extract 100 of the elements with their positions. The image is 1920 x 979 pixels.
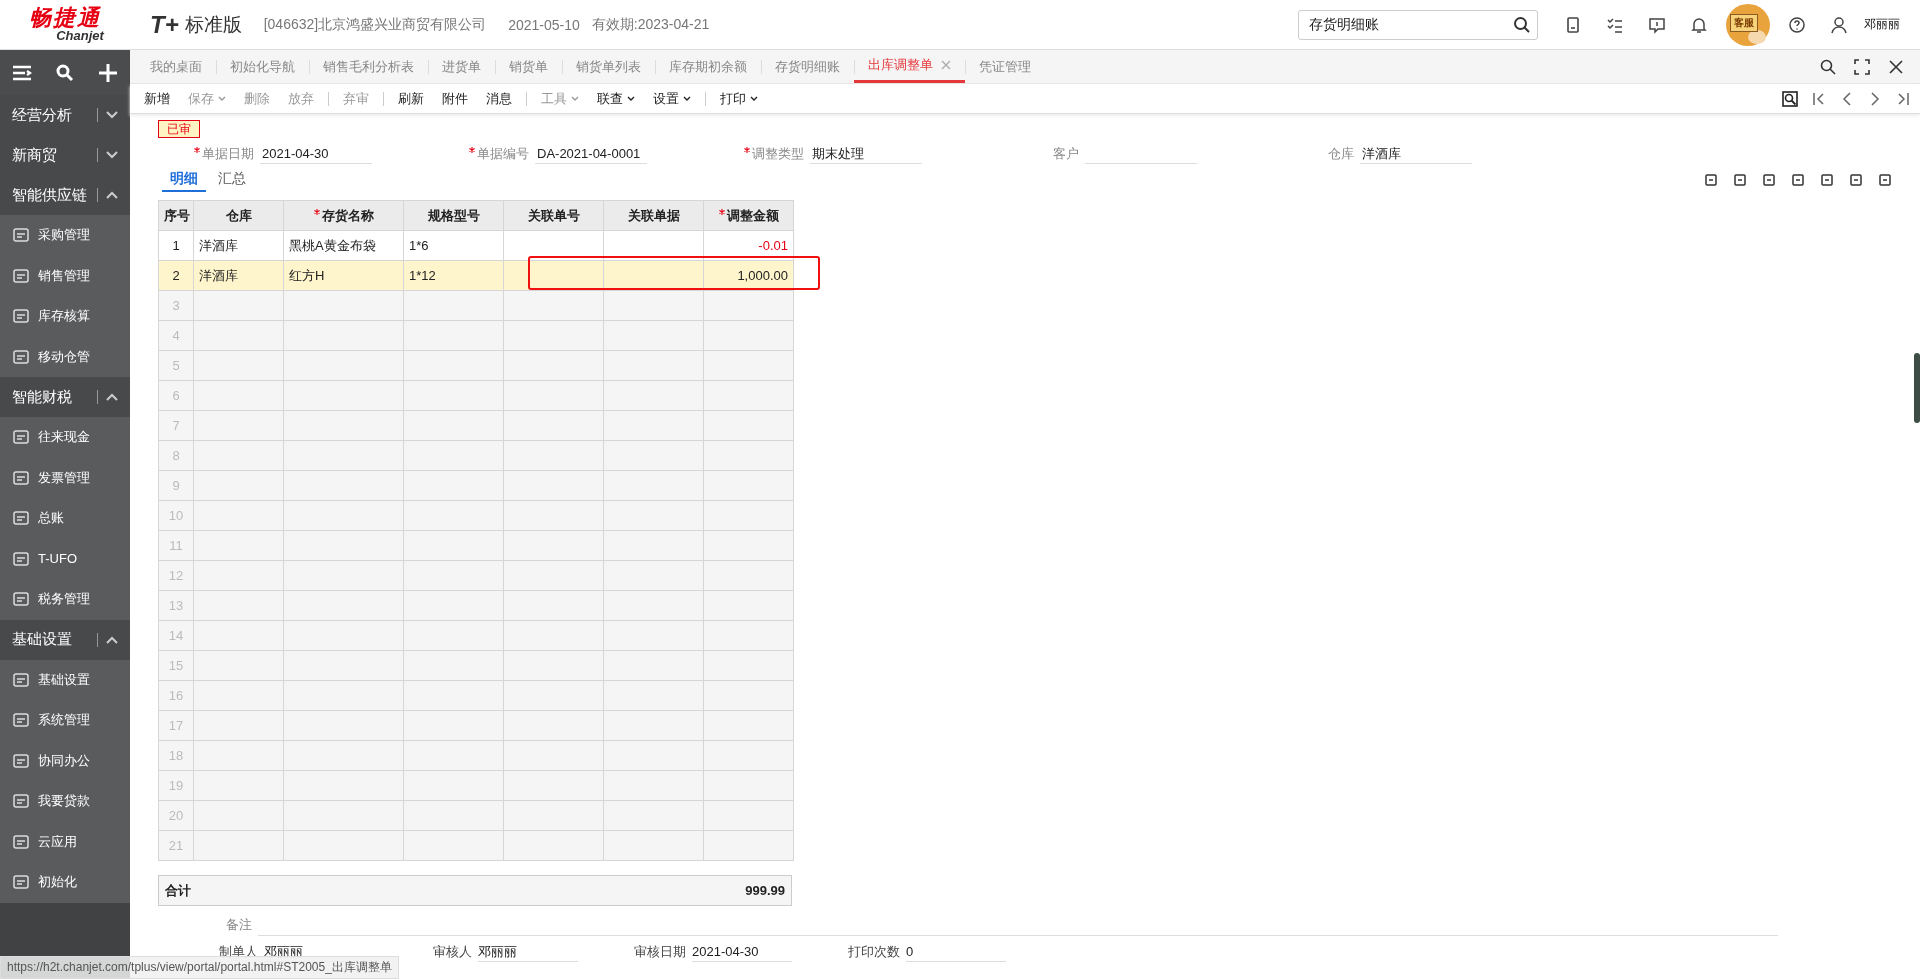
toolbar-button[interactable]: 设置 [645, 89, 699, 108]
caret-icon [627, 95, 635, 102]
table-cell: 洋酒库 [193, 260, 284, 291]
toolbar-button[interactable]: 联查 [589, 89, 643, 108]
toolbar-button[interactable]: 附件 [434, 89, 476, 108]
menu-item[interactable]: 总账 [0, 498, 130, 539]
menu-item[interactable]: 发票管理 [0, 457, 130, 498]
page-tab[interactable]: 进货单 [428, 50, 495, 83]
caret-icon [750, 95, 758, 102]
menu-icon[interactable] [12, 63, 32, 82]
preview-icon[interactable] [1782, 90, 1798, 107]
menu-item[interactable]: 协同办公 [0, 740, 130, 781]
message-icon[interactable] [1648, 15, 1666, 34]
row-number: 2 [158, 260, 194, 291]
field-label: 调整类型 [752, 145, 804, 163]
field-label: 打印次数 [847, 943, 901, 961]
close-icon[interactable] [1888, 58, 1904, 75]
row-number: 6 [158, 380, 194, 411]
page-tab[interactable]: 库存期初余额 [655, 50, 761, 83]
menu-group[interactable]: 智能供应链 [0, 175, 130, 215]
column-header: 关联单号 [527, 207, 580, 223]
caret-icon [683, 95, 691, 102]
next-icon[interactable] [1868, 90, 1882, 107]
menu-item[interactable]: 云应用 [0, 821, 130, 862]
input-field[interactable]: 期末处理 [810, 144, 922, 164]
input-field[interactable]: 2021-04-30 [260, 144, 372, 164]
menu-group[interactable]: 新商贸 [0, 135, 130, 175]
status-url-tooltip: https://h2t.chanjet.com/tplus/view/portal/portal.html#ST2005_出库调整单 [0, 956, 399, 979]
menu-item[interactable]: 库存核算 [0, 296, 130, 337]
chevron-icon [106, 635, 118, 644]
menu-item[interactable]: 往来现金 [0, 417, 130, 458]
page-tab[interactable]: 出库调整单 [854, 50, 965, 83]
chevron-icon [106, 191, 118, 199]
first-page-icon[interactable] [1812, 90, 1826, 107]
user-icon[interactable] [1830, 15, 1848, 34]
support-mascot[interactable]: 客服 [1726, 3, 1770, 46]
plus-icon[interactable] [98, 62, 118, 83]
menu-item[interactable]: 我要贷款 [0, 781, 130, 822]
checklist-icon[interactable] [1606, 15, 1624, 34]
calculator-icon[interactable] [1564, 15, 1582, 34]
help-icon[interactable] [1788, 15, 1806, 34]
row-number: 14 [158, 620, 194, 651]
row-number: 11 [158, 530, 194, 561]
detail-tab[interactable]: 汇总 [210, 168, 254, 192]
row-number: 20 [158, 800, 194, 831]
menu-item[interactable]: T-UFO [0, 538, 130, 579]
toolbar-button[interactable]: 消息 [478, 89, 520, 108]
last-page-icon[interactable] [1896, 90, 1910, 107]
page-tab[interactable]: 销货单列表 [562, 50, 655, 83]
product-logo: T+ [150, 10, 179, 39]
user-name[interactable]: 邓丽丽 [1864, 16, 1900, 33]
detail-tab[interactable]: 明细 [162, 168, 206, 192]
search-icon[interactable] [1820, 58, 1836, 75]
search-field[interactable]: 存货明细账 [1298, 9, 1538, 40]
field-value: 0 [906, 942, 1006, 962]
chevron-icon [106, 151, 118, 159]
page-tab[interactable]: 销货单 [495, 50, 562, 83]
expiry-date: 有效期:2023-04-21 [591, 15, 710, 34]
input-field[interactable]: DA-2021-04-0001 [535, 144, 647, 164]
previous-icon[interactable] [1840, 90, 1854, 107]
menu-item[interactable]: 基础设置 [0, 659, 130, 700]
menu-item[interactable]: 移动仓管 [0, 336, 130, 377]
row-number: 18 [158, 740, 194, 771]
toolbar-button[interactable]: 新增 [136, 89, 178, 108]
menu-item[interactable]: 系统管理 [0, 700, 130, 741]
menu-item[interactable]: 税务管理 [0, 579, 130, 620]
row-number: 8 [158, 440, 194, 471]
table-cell: 黑桃A黄金布袋 [283, 230, 404, 261]
row-number: 17 [158, 710, 194, 741]
column-header: 存货名称 [321, 207, 374, 223]
page-tab[interactable]: 销售毛利分析表 [309, 50, 428, 83]
column-header: 调整金额 [726, 207, 779, 223]
column-header: 关联单据 [627, 207, 680, 223]
row-number: 19 [158, 770, 194, 801]
menu-group[interactable]: 基础设置 [0, 619, 130, 660]
total-value: 999.99 [745, 883, 785, 898]
field-label: 备注 [225, 916, 253, 934]
column-header: 规格型号 [427, 207, 480, 223]
toolbar-button[interactable]: 刷新 [390, 89, 432, 108]
toolbar-button[interactable]: 打印 [712, 89, 766, 108]
bell-icon[interactable] [1690, 15, 1708, 34]
menu-item[interactable]: 销售管理 [0, 255, 130, 296]
search-icon[interactable] [1513, 15, 1531, 34]
brand-name: 畅捷通 [29, 7, 101, 29]
input-field[interactable]: 洋酒库 [1360, 144, 1472, 164]
scroll-thumb[interactable] [1914, 353, 1920, 423]
row-number: 16 [158, 680, 194, 711]
page-tab[interactable]: 我的桌面 [136, 50, 216, 83]
field-label: 客户 [1053, 145, 1079, 163]
menu-item[interactable]: 采购管理 [0, 215, 130, 256]
menu-group[interactable]: 经营分析 [0, 95, 130, 135]
table-cell: 1*12 [403, 260, 504, 291]
page-tab[interactable]: 初始化导航 [216, 50, 309, 83]
menu-item[interactable]: 初始化 [0, 862, 130, 903]
row-number: 9 [158, 470, 194, 501]
page-tab[interactable]: 凭证管理 [965, 50, 1045, 83]
search-icon[interactable] [56, 63, 74, 82]
page-tab[interactable]: 存货明细账 [761, 50, 854, 83]
menu-group[interactable]: 智能财税 [0, 377, 130, 417]
status-stamp: 已审 [158, 120, 200, 138]
